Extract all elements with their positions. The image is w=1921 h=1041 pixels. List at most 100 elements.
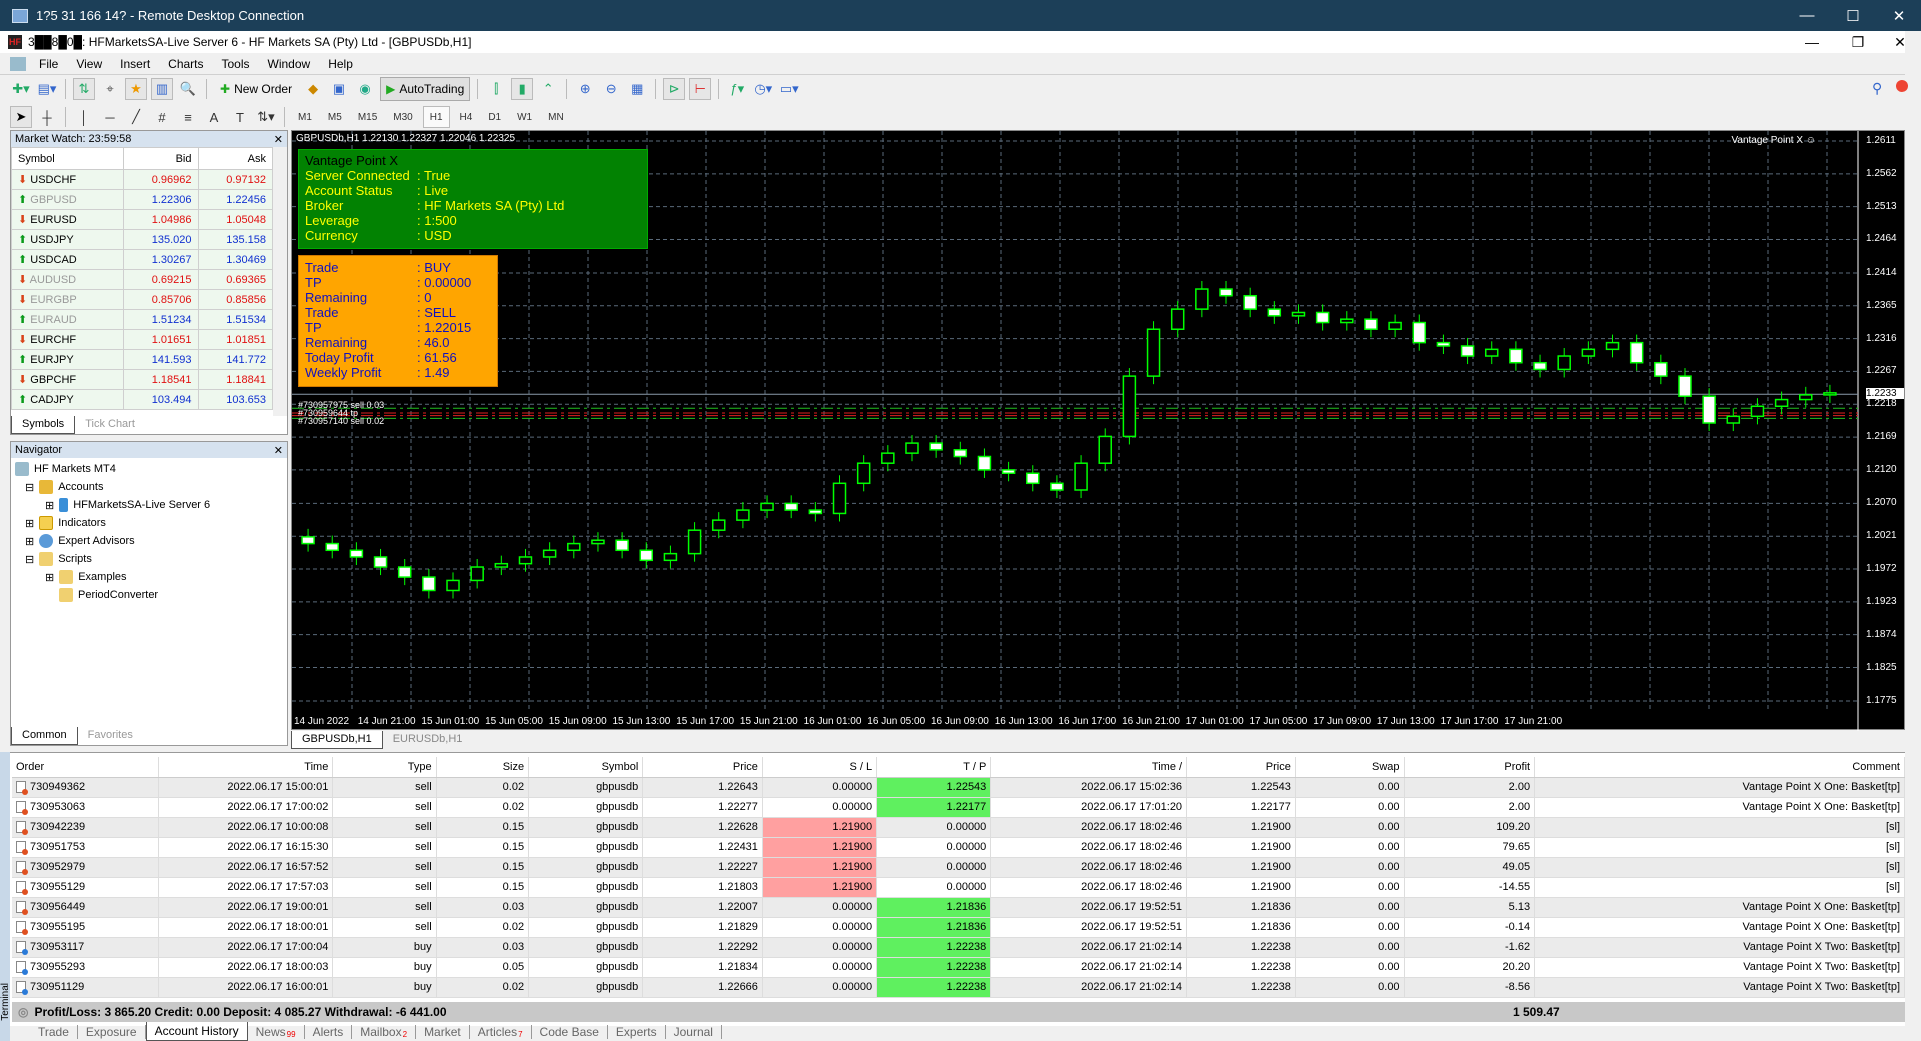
terminal-tab-articles[interactable]: Articles 7 — [470, 1024, 532, 1039]
menu-insert[interactable]: Insert — [111, 57, 159, 71]
market-watch-scrollbar[interactable] — [273, 147, 287, 416]
history-column-header[interactable]: Comment — [1534, 757, 1905, 778]
timeframe-mn[interactable]: MN — [542, 106, 570, 128]
expand-icon[interactable]: ⊞ — [45, 499, 54, 512]
history-column-header[interactable]: Symbol — [528, 757, 644, 778]
market-watch-toggle-icon[interactable]: ⇅ — [73, 78, 95, 100]
terminal-tab-market[interactable]: Market — [416, 1024, 470, 1039]
expand-icon[interactable]: ⊞ — [25, 517, 34, 530]
app-restore-button[interactable]: ❐ — [1838, 31, 1878, 53]
auto-scroll-icon[interactable]: ⊳ — [663, 78, 686, 100]
bar-chart-icon[interactable]: ⫿ — [485, 78, 507, 100]
app-minimize-button[interactable]: — — [1792, 31, 1832, 53]
terminal-tab-news[interactable]: News 99 — [248, 1024, 305, 1039]
expand-icon[interactable]: ⊞ — [45, 571, 54, 584]
history-row[interactable]: 730956449 2022.06.17 19:00:01 sell 0.03 gbpu… — [12, 897, 1905, 918]
tree-item-examples[interactable]: ⊞ Examples — [15, 568, 283, 586]
history-row[interactable]: 730955293 2022.06.17 18:00:03 buy 0.05 gbpus… — [12, 957, 1905, 978]
arrows-menu-icon[interactable]: ⇅▾ — [255, 106, 277, 128]
community-icon[interactable]: ▣ — [328, 78, 350, 100]
search-icon[interactable]: ⚲ — [1872, 80, 1882, 97]
timeframe-m15[interactable]: M15 — [352, 106, 383, 128]
column-header-bid[interactable]: Bid — [123, 147, 199, 170]
tree-item-periodconverter[interactable]: PeriodConverter — [15, 586, 283, 604]
rdp-close-button[interactable]: ✕ — [1876, 0, 1921, 31]
trendline-icon[interactable]: ╱ — [125, 106, 147, 128]
history-column-header[interactable]: S / L — [762, 757, 878, 778]
terminal-tab-alerts[interactable]: Alerts — [305, 1024, 353, 1039]
timeframe-m30[interactable]: M30 — [387, 106, 418, 128]
chart-shift-icon[interactable]: ⊢ — [689, 78, 712, 100]
history-column-header[interactable]: Price — [642, 757, 763, 778]
history-row[interactable]: 730949362 2022.06.17 15:00:01 sell 0.02 gbpu… — [12, 777, 1905, 798]
market-watch-row[interactable]: ⬇ EURUSD 1.04986 1.05048 — [11, 209, 273, 230]
history-row[interactable]: 730942239 2022.06.17 10:00:08 sell 0.15 gbpu… — [12, 817, 1905, 838]
market-watch-row[interactable]: ⬇ AUDUSD 0.69215 0.69365 — [11, 269, 273, 290]
periods-menu-icon[interactable]: ◷▾ — [752, 78, 774, 100]
tree-item-indicators[interactable]: ⊞ Indicators — [15, 514, 283, 532]
signals-icon[interactable]: ◉ — [354, 78, 376, 100]
terminal-tab-mailbox[interactable]: Mailbox 2 — [352, 1024, 417, 1039]
market-watch-row[interactable]: ⬇ EURCHF 1.01651 1.01851 — [11, 329, 273, 350]
timeframe-m1[interactable]: M1 — [292, 106, 318, 128]
history-row[interactable]: 730951753 2022.06.17 16:15:30 sell 0.15 gbpu… — [12, 837, 1905, 858]
menu-charts[interactable]: Charts — [159, 57, 212, 71]
tab-symbols[interactable]: Symbols — [11, 416, 76, 434]
market-watch-row[interactable]: ⬆ EURAUD 1.51234 1.51534 — [11, 309, 273, 330]
market-watch-row[interactable]: ⬇ GBPCHF 1.18541 1.18841 — [11, 369, 273, 390]
navigator-toggle-icon[interactable]: ★ — [125, 78, 147, 100]
tab-common[interactable]: Common — [11, 727, 78, 745]
history-column-header[interactable]: Time / — [990, 757, 1188, 778]
history-row[interactable]: 730951129 2022.06.17 16:00:01 buy 0.02 gbpus… — [12, 977, 1905, 998]
chart-tab-gbpusdb[interactable]: GBPUSDb,H1 — [291, 731, 383, 749]
menu-file[interactable]: File — [30, 57, 67, 71]
zoom-in-icon[interactable]: ⊕ — [574, 78, 596, 100]
metaeditor-icon[interactable]: ◆ — [302, 78, 324, 100]
history-column-header[interactable]: Type — [332, 757, 437, 778]
tree-item-server[interactable]: ⊞ HFMarketsSA-Live Server 6 — [15, 496, 283, 514]
vertical-line-icon[interactable]: │ — [73, 106, 95, 128]
column-header-symbol[interactable]: Symbol — [11, 147, 124, 170]
timeframe-h4[interactable]: H4 — [454, 106, 479, 128]
history-column-header[interactable]: Time — [158, 757, 334, 778]
horizontal-line-icon[interactable]: ─ — [99, 106, 121, 128]
terminal-toggle-icon[interactable]: ▥ — [151, 78, 173, 100]
market-watch-row[interactable]: ⬆ EURJPY 141.593 141.772 — [11, 349, 273, 370]
tab-favorites[interactable]: Favorites — [78, 727, 143, 745]
tree-item-expert-advisors[interactable]: ⊞ Expert Advisors — [15, 532, 283, 550]
history-column-header[interactable]: Profit — [1404, 757, 1536, 778]
market-watch-row[interactable]: ⬆ USDJPY 135.020 135.158 — [11, 229, 273, 250]
tree-item-root[interactable]: HF Markets MT4 — [15, 460, 283, 478]
history-row[interactable]: 730955195 2022.06.17 18:00:01 sell 0.02 gbpu… — [12, 917, 1905, 938]
history-column-header[interactable]: Order — [12, 757, 160, 778]
text-icon[interactable]: A — [203, 106, 225, 128]
menu-view[interactable]: View — [67, 57, 111, 71]
market-watch-row[interactable]: ⬇ EURGBP 0.85706 0.85856 — [11, 289, 273, 310]
autotrading-button[interactable]: ▶ AutoTrading — [380, 77, 471, 101]
menu-tools[interactable]: Tools — [213, 57, 259, 71]
new-chart-icon[interactable]: ✚▾ — [10, 78, 32, 100]
market-watch-row[interactable]: ⬇ USDCHF 0.96962 0.97132 — [11, 169, 273, 190]
line-chart-icon[interactable]: ⌃ — [537, 78, 559, 100]
chart-window[interactable]: GBPUSDb,H1 1.22130 1.22327 1.22046 1.223… — [291, 130, 1905, 731]
history-row[interactable]: 730953063 2022.06.17 17:00:02 sell 0.02 gbpu… — [12, 797, 1905, 818]
market-watch-row[interactable]: ⬆ CADJPY 103.494 103.653 — [11, 389, 273, 410]
profiles-icon[interactable]: ▤▾ — [36, 78, 58, 100]
chart-tab-eurusdb[interactable]: EURUSDb,H1 — [383, 731, 473, 749]
app-close-button[interactable]: ✕ — [1880, 31, 1920, 53]
history-column-header[interactable]: Price — [1186, 757, 1296, 778]
close-icon[interactable]: ✕ — [274, 133, 283, 146]
timeframe-d1[interactable]: D1 — [482, 106, 507, 128]
timeframe-h1[interactable]: H1 — [422, 106, 450, 128]
column-header-ask[interactable]: Ask — [197, 147, 273, 170]
terminal-tab-account-history[interactable]: Account History — [145, 1022, 248, 1041]
history-column-header[interactable]: T / P — [876, 757, 992, 778]
zoom-out-icon[interactable]: ⊖ — [600, 78, 622, 100]
crosshair-icon[interactable]: ┼ — [36, 106, 58, 128]
terminal-tab-trade[interactable]: Trade — [30, 1024, 78, 1039]
terminal-tab-journal[interactable]: Journal — [666, 1024, 722, 1039]
strategy-tester-icon[interactable]: 🔍 — [177, 78, 199, 100]
close-icon[interactable]: ✕ — [274, 444, 283, 457]
rdp-maximize-button[interactable]: ☐ — [1830, 0, 1876, 31]
terminal-tab-exposure[interactable]: Exposure — [78, 1024, 146, 1039]
